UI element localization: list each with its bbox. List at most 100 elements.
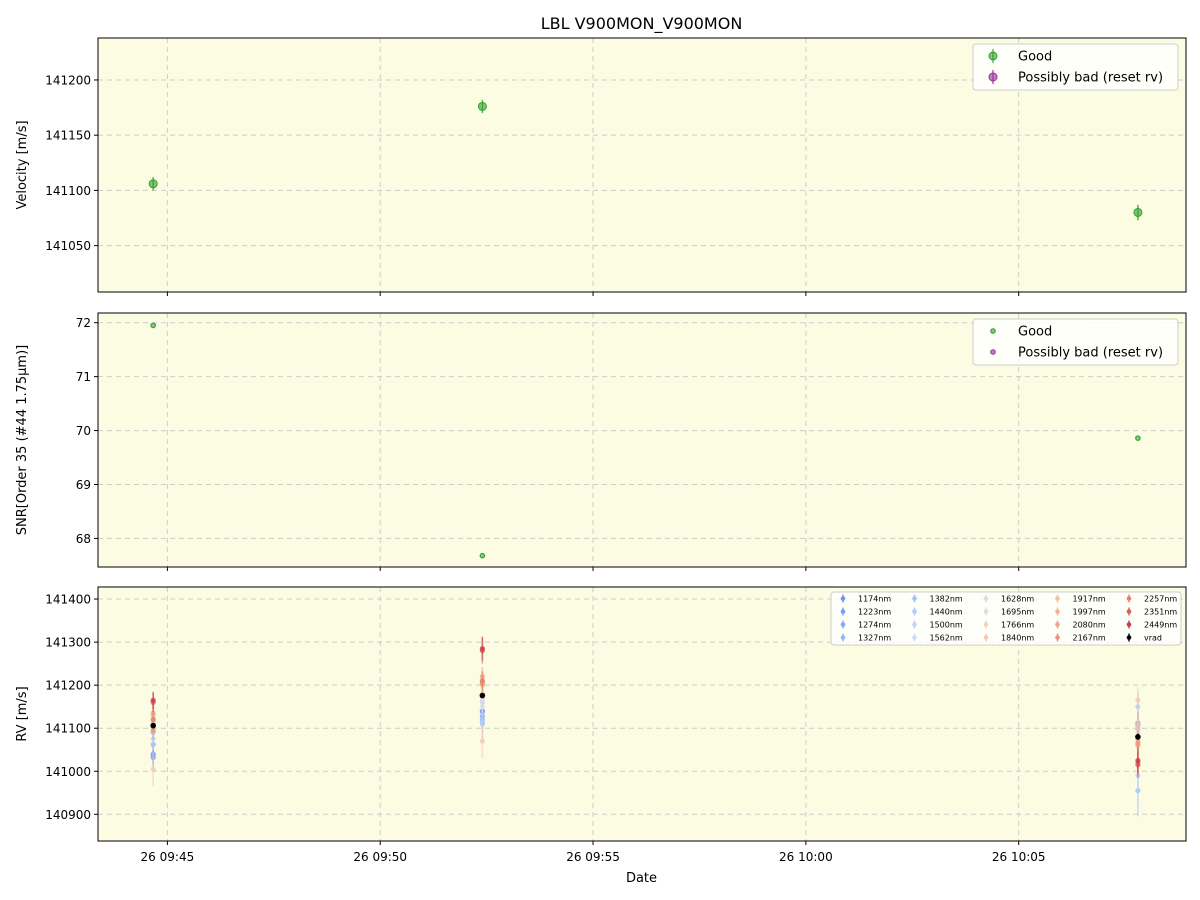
x-tick-label: 26 10:00 (779, 850, 833, 864)
data-point-vrad (1135, 734, 1141, 740)
legend-marker (1055, 609, 1060, 614)
data-point-2449nm (479, 645, 485, 652)
x-tick-label: 26 09:55 (566, 850, 620, 864)
legend-marker (988, 51, 998, 61)
legend: Good Possibly bad (reset rv) (972, 318, 1179, 366)
legend-marker (1126, 622, 1132, 627)
y-tick-label: 141200 (45, 73, 91, 87)
legend-marker (912, 622, 917, 627)
y-axis-label: Velocity [m/s] (15, 120, 30, 209)
y-axis-label: RV [m/s] (15, 686, 30, 741)
legend-label: 2167nm (1073, 634, 1106, 643)
legend-label: 1840nm (1001, 634, 1034, 643)
legend-marker (840, 596, 846, 601)
y-tick-label: 141400 (45, 593, 91, 607)
data-point-2449nm (1135, 757, 1141, 764)
legend-label: 1917nm (1073, 595, 1106, 604)
legend-marker (1126, 596, 1132, 601)
figure: LBL V900MON_V900MON 14105014110014115014… (15, 14, 1187, 886)
legend-marker (1126, 635, 1132, 640)
legend: Good Possibly bad (reset rv) (972, 43, 1179, 91)
data-point-2167nm (1135, 740, 1141, 746)
legend-marker (1055, 622, 1060, 627)
legend-label: 1327nm (858, 634, 891, 643)
data-point-vrad (150, 722, 156, 729)
y-tick-label: 141200 (45, 679, 91, 693)
legend-label: Possibly bad (reset rv) (1018, 71, 1163, 86)
y-tick-label: 72 (76, 316, 91, 330)
legend-marker (912, 596, 917, 601)
legend-label: 1382nm (930, 595, 963, 604)
legend-marker (983, 596, 989, 601)
legend-marker (983, 635, 989, 640)
y-tick-label: 68 (76, 532, 91, 546)
data-point (1135, 435, 1141, 441)
data-point (1133, 207, 1143, 217)
legend-label: 1174nm (858, 595, 891, 604)
y-tick-label: 141100 (45, 722, 91, 736)
legend-marker (840, 622, 846, 627)
legend-label: 2080nm (1073, 621, 1106, 630)
panel-velocity: 141050 141100 141150 141200 Velocity [m/s] Go… (15, 37, 1187, 296)
legend-marker (990, 328, 996, 334)
x-tick-label: 26 09:45 (141, 850, 195, 864)
legend-marker (983, 622, 989, 627)
legend-label: 1997nm (1073, 608, 1106, 617)
y-tick-label: 141050 (45, 239, 91, 253)
data-point-vrad (479, 692, 486, 699)
data-point (148, 179, 158, 189)
data-point-1840nm (150, 766, 156, 772)
data-point (150, 322, 156, 329)
data-point-2449nm (150, 697, 156, 703)
data-point-1917nm (1135, 721, 1141, 727)
data-point-1440nm (479, 719, 485, 725)
legend-label: Good (1018, 50, 1052, 65)
legend-label: 1500nm (930, 621, 963, 630)
legend-label: 1223nm (858, 608, 891, 617)
legend-label: 1766nm (1001, 621, 1034, 630)
y-axis-label: SNR[Order 35 (#44 1.75μm)] (15, 345, 30, 536)
x-tick-label: 26 10:05 (992, 850, 1046, 864)
data-point (479, 552, 486, 559)
y-tick-label: 70 (76, 424, 91, 438)
legend-marker (988, 72, 998, 82)
data-point-1840nm (479, 738, 485, 744)
x-axis-label: Date (626, 871, 657, 886)
legend-label: 1628nm (1001, 595, 1034, 604)
data-point-2257nm (150, 716, 156, 723)
legend-label: 2257nm (1144, 595, 1177, 604)
legend-label: 2449nm (1144, 621, 1177, 630)
legend-label: Good (1018, 325, 1052, 340)
legend: 1174nm 1223nm 1274nm 1327nm 1382nm 1440nm 1500… (830, 591, 1182, 646)
legend-label: Possibly bad (reset rv) (1018, 346, 1163, 361)
legend-label: 1440nm (930, 608, 963, 617)
data-point (477, 101, 487, 111)
legend-marker (912, 635, 917, 640)
legend-label: 2351nm (1144, 608, 1177, 617)
legend-label: vrad (1144, 634, 1162, 643)
panel-snr: 68 69 70 71 72 SNR[Order 35 (#44 1.75μm)] Good… (15, 312, 1187, 571)
y-tick-label: 69 (76, 478, 91, 492)
legend-marker (983, 609, 989, 614)
y-tick-label: 140900 (45, 808, 91, 822)
y-tick-label: 71 (76, 370, 91, 384)
y-tick-label: 141150 (45, 129, 91, 143)
legend-marker (990, 349, 996, 355)
legend-marker (840, 635, 846, 640)
legend-marker (1055, 596, 1060, 601)
data-point-1840nm (1135, 697, 1141, 703)
figure-title: LBL V900MON_V900MON (541, 14, 743, 34)
legend-marker (840, 609, 846, 614)
y-tick-label: 141100 (45, 184, 91, 198)
legend-label: 1695nm (1001, 608, 1034, 617)
legend-marker (1126, 609, 1132, 614)
legend-label: 1562nm (930, 634, 963, 643)
data-point-2257nm (479, 678, 485, 684)
y-tick-label: 141000 (45, 765, 91, 779)
legend-marker (912, 609, 917, 614)
legend-marker (1055, 635, 1060, 640)
panel-rv_per_band: 26 09:45 26 09:50 26 09:55 26 10:00 26 10:05… (15, 586, 1187, 864)
y-tick-label: 141300 (45, 636, 91, 650)
legend-label: 1274nm (858, 621, 891, 630)
x-tick-label: 26 09:50 (353, 850, 407, 864)
